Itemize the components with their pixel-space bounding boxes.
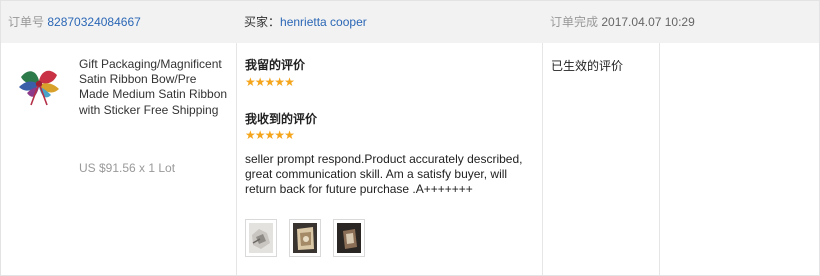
buyer-label: 买家：: [244, 15, 281, 29]
feedback-status: 已生效的评价: [551, 59, 624, 73]
order-number-link[interactable]: 82870324084667: [47, 15, 140, 29]
review-text: seller prompt respond.Product accurately…: [245, 152, 523, 197]
my-feedback-heading: 我留的评价: [245, 58, 306, 72]
ribbon-bow-icon: [19, 70, 59, 106]
order-body: Gift Packaging/Magnificent Satin Ribbon …: [1, 43, 819, 275]
my-rating-stars: ★★★★★: [245, 75, 295, 89]
photo-thumbnail-icon: [337, 223, 361, 253]
review-photo[interactable]: [333, 219, 365, 257]
star-icon: ★: [245, 75, 256, 89]
photo-thumbnail-icon: [293, 223, 317, 253]
order-number-field: 订单号 82870324084667: [8, 15, 141, 29]
received-feedback-heading: 我收到的评价: [245, 112, 318, 126]
buyer-name-link[interactable]: henrietta cooper: [280, 15, 367, 29]
star-icon: ★: [274, 128, 285, 142]
product-thumbnail[interactable]: [15, 63, 63, 107]
review-photo[interactable]: [289, 219, 321, 257]
photo-thumbnail-icon: [249, 223, 273, 253]
order-card: 订单号 82870324084667 买家：henrietta cooper 订…: [0, 0, 820, 276]
product-price: US $91.56 x 1 Lot: [79, 161, 176, 175]
star-icon: ★: [264, 128, 276, 142]
star-icon: ★: [254, 75, 266, 89]
buyer-field: 买家：henrietta cooper: [244, 15, 367, 29]
order-finish-label: 订单完成: [550, 15, 599, 29]
star-icon: ★: [245, 128, 256, 142]
order-header: 订单号 82870324084667 买家：henrietta cooper 订…: [1, 1, 819, 43]
column-divider: [236, 43, 237, 275]
order-finish-time: 2017.04.07 10:29: [601, 15, 695, 29]
star-icon: ★: [284, 75, 295, 89]
column-divider: [542, 43, 543, 275]
star-icon: ★: [264, 75, 276, 89]
star-icon: ★: [254, 128, 266, 142]
received-rating-stars: ★★★★★: [245, 128, 295, 142]
star-icon: ★: [274, 75, 285, 89]
order-number-label: 订单号: [8, 15, 45, 29]
order-finish-field: 订单完成 2017.04.07 10:29: [550, 15, 695, 29]
review-photo[interactable]: [245, 219, 277, 257]
star-icon: ★: [284, 128, 295, 142]
product-title[interactable]: Gift Packaging/Magnificent Satin Ribbon …: [79, 57, 229, 118]
column-divider: [659, 43, 660, 275]
